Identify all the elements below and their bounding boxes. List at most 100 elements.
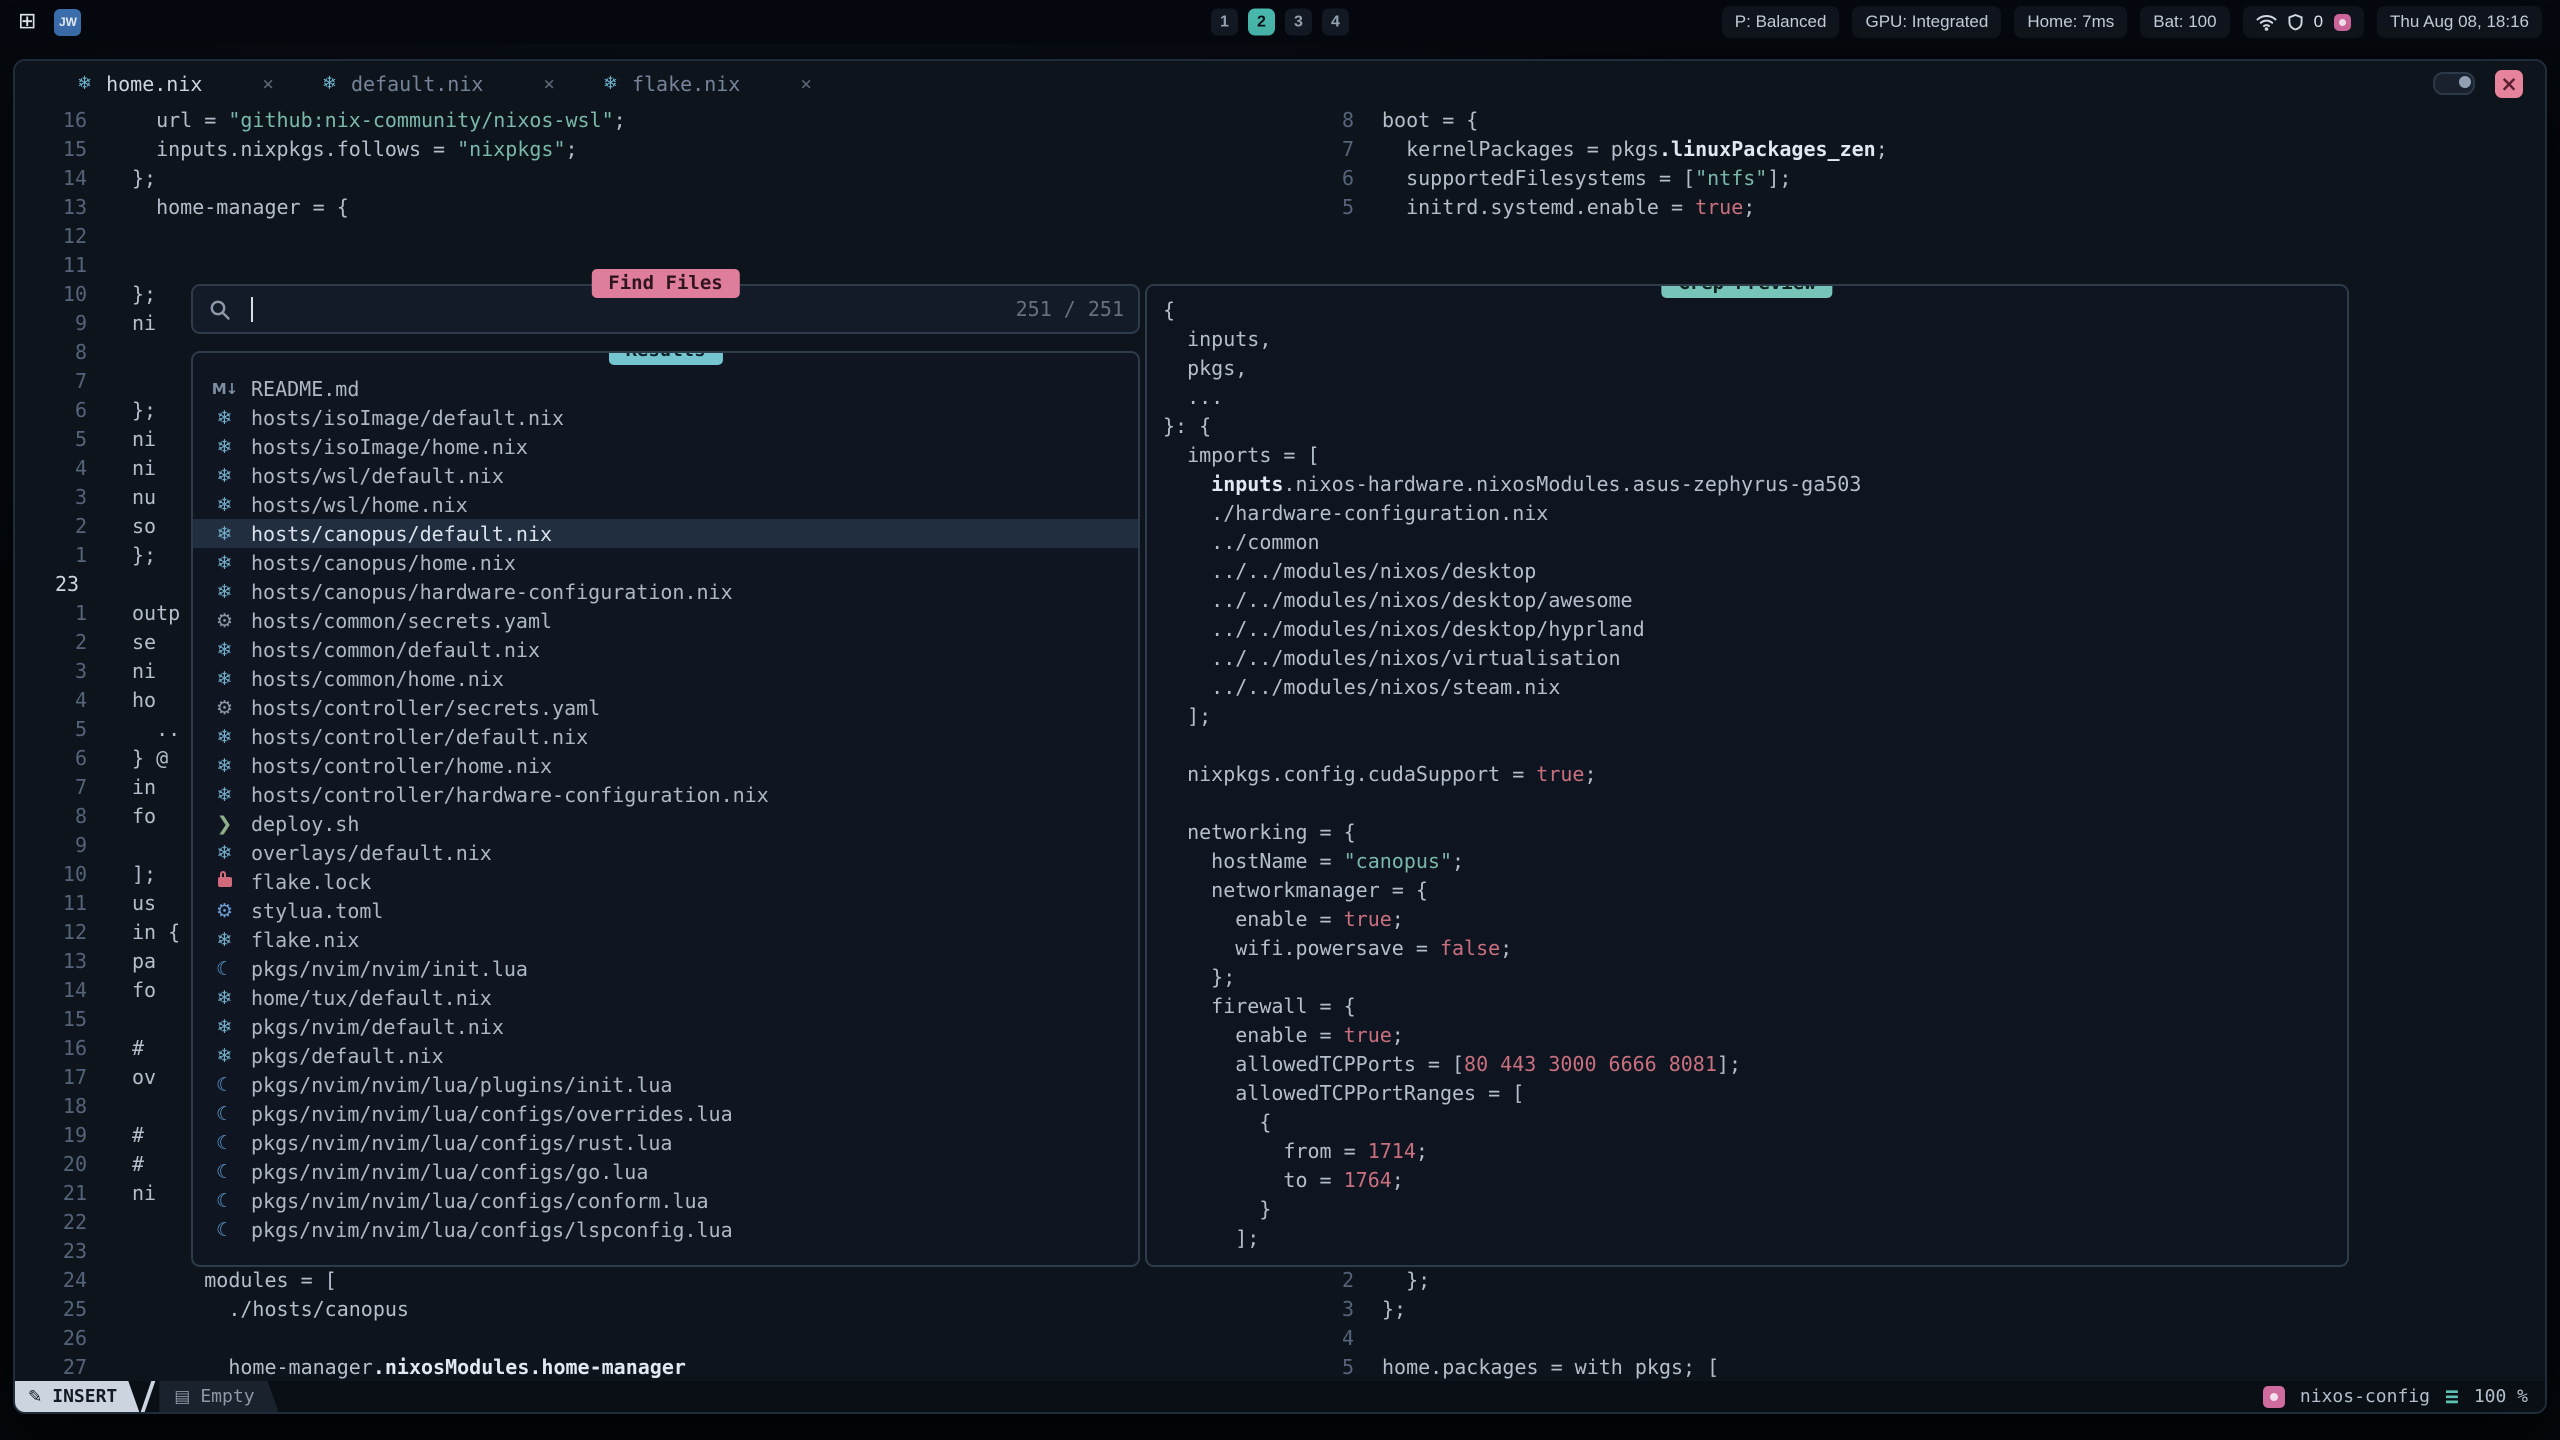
file-result[interactable]: ☾pkgs/nvim/nvim/lua/configs/conform.lua bbox=[193, 1186, 1138, 1215]
line-number: 19 bbox=[15, 1121, 87, 1150]
file-result[interactable]: ❄hosts/controller/home.nix bbox=[193, 751, 1138, 780]
workspace-1[interactable]: 1 bbox=[1211, 9, 1238, 36]
file-result[interactable]: ⚙hosts/controller/secrets.yaml bbox=[193, 693, 1138, 722]
file-result[interactable]: ❄hosts/canopus/hardware-configuration.ni… bbox=[193, 577, 1138, 606]
file-result[interactable]: ❄hosts/isoImage/home.nix bbox=[193, 432, 1138, 461]
lua-icon: ☾ bbox=[211, 1103, 238, 1125]
module-power-profile[interactable]: P: Balanced bbox=[1722, 6, 1840, 38]
code-line: 8boot = { bbox=[15, 106, 2545, 135]
preview-line: wifi.powersave = false; bbox=[1147, 934, 2347, 963]
nix-icon: ❄ bbox=[211, 784, 238, 806]
file-result[interactable]: ❄hosts/common/home.nix bbox=[193, 664, 1138, 693]
tab-close-icon[interactable]: × bbox=[800, 73, 811, 95]
line-number: 15 bbox=[15, 1005, 87, 1034]
tab-home-nix[interactable]: ❄ home.nix × bbox=[53, 61, 298, 106]
apps-grid-icon[interactable]: ⊞ bbox=[18, 11, 36, 33]
file-name: pkgs/nvim/nvim/lua/configs/rust.lua bbox=[251, 1131, 672, 1155]
file-result[interactable]: ❄hosts/canopus/default.nix bbox=[193, 519, 1138, 548]
file-result[interactable]: ☾ pkgs/nvim/nvim/lua/configs/overrides.lu… bbox=[193, 1099, 1138, 1128]
screencast-icon[interactable] bbox=[2334, 14, 2351, 31]
preview-line: nixpkgs.config.cudaSupport = true; bbox=[1147, 760, 2347, 789]
file-result[interactable]: M↓README.md bbox=[193, 374, 1138, 403]
workspace-3[interactable]: 3 bbox=[1285, 9, 1312, 36]
file-result[interactable]: ⚙stylua.toml bbox=[193, 896, 1138, 925]
file-result[interactable]: ❄pkgs/default.nix bbox=[193, 1041, 1138, 1070]
code-line: 3}; bbox=[15, 1295, 2545, 1324]
line-number: 22 bbox=[15, 1208, 87, 1237]
file-result[interactable]: ❄overlays/default.nix bbox=[193, 838, 1138, 867]
file-result[interactable]: ☾pkgs/nvim/nvim/lua/plugins/init.lua bbox=[193, 1070, 1138, 1099]
file-result[interactable]: ❄pkgs/nvim/default.nix bbox=[193, 1012, 1138, 1041]
nix-icon: ❄ bbox=[211, 581, 238, 603]
file-result[interactable]: ❄home/tux/default.nix bbox=[193, 983, 1138, 1012]
file-result[interactable]: ☾pkgs/nvim/nvim/lua/configs/lspconfig.lu… bbox=[193, 1215, 1138, 1244]
file-result[interactable]: ❄hosts/wsl/default.nix bbox=[193, 461, 1138, 490]
nix-icon: ❄ bbox=[211, 1016, 238, 1038]
module-battery[interactable]: Bat: 100 bbox=[2140, 6, 2229, 38]
line-number: 12 bbox=[15, 918, 87, 947]
notification-count[interactable]: 0 bbox=[2314, 12, 2323, 32]
preview-line: to = 1764; bbox=[1147, 1166, 2347, 1195]
tab-close-icon[interactable]: × bbox=[262, 73, 273, 95]
scroll-percent: 100 % bbox=[2474, 1386, 2528, 1407]
shield-icon[interactable] bbox=[2288, 13, 2303, 31]
toggle-switch[interactable] bbox=[2433, 72, 2475, 95]
find-files-popup[interactable]: Find Files 251 / 251 bbox=[191, 284, 1140, 334]
file-name: pkgs/nvim/nvim/lua/configs/lspconfig.lua bbox=[251, 1218, 733, 1242]
logo-badge[interactable]: JW bbox=[54, 9, 81, 36]
file-name: deploy.sh bbox=[251, 812, 359, 836]
nix-icon: ❄ bbox=[211, 929, 238, 951]
file-name: pkgs/nvim/nvim/lua/configs/overrides.lua bbox=[251, 1102, 733, 1126]
workspace-4[interactable]: 4 bbox=[1322, 9, 1349, 36]
file-result[interactable]: ❄hosts/isoImage/default.nix bbox=[193, 403, 1138, 432]
module-ping[interactable]: Home: 7ms bbox=[2014, 6, 2127, 38]
code-line: 5home.packages = with pkgs; [ bbox=[15, 1353, 2545, 1382]
preview-line: pkgs, bbox=[1147, 354, 2347, 383]
file-result[interactable]: ❄hosts/controller/hardware-configuration… bbox=[193, 780, 1138, 809]
file-result[interactable]: ❄hosts/wsl/home.nix bbox=[193, 490, 1138, 519]
file-name: flake.lock bbox=[251, 870, 371, 894]
file-name: hosts/isoImage/default.nix bbox=[251, 406, 564, 430]
nix-icon: ❄ bbox=[211, 726, 238, 748]
line-number: 6 bbox=[1282, 164, 1354, 193]
file-name: hosts/controller/default.nix bbox=[251, 725, 588, 749]
file-result[interactable]: ☾pkgs/nvim/nvim/init.lua bbox=[193, 954, 1138, 983]
file-result[interactable]: flake.lock bbox=[193, 867, 1138, 896]
system-tray[interactable]: 0 bbox=[2243, 6, 2364, 38]
file-result[interactable]: ❄hosts/canopus/home.nix bbox=[193, 548, 1138, 577]
tab-close-icon[interactable]: × bbox=[543, 73, 554, 95]
module-gpu[interactable]: GPU: Integrated bbox=[1852, 6, 2001, 38]
clock[interactable]: Thu Aug 08, 18:16 bbox=[2377, 6, 2542, 38]
line-number: 11 bbox=[15, 889, 87, 918]
line-number: 21 bbox=[15, 1179, 87, 1208]
file-result[interactable]: ⚙hosts/common/secrets.yaml bbox=[193, 606, 1138, 635]
results-list: M↓README.md❄hosts/isoImage/default.nix❄h… bbox=[193, 353, 1138, 1244]
line-number: 6 bbox=[15, 396, 87, 425]
file-result[interactable]: ❄hosts/common/default.nix bbox=[193, 635, 1138, 664]
line-number: 2 bbox=[15, 512, 87, 541]
tab-flake-nix[interactable]: ❄ flake.nix × bbox=[579, 61, 836, 106]
line-number: 10 bbox=[15, 860, 87, 889]
tab-default-nix[interactable]: ❄ default.nix × bbox=[298, 61, 579, 106]
file-result[interactable]: ☾pkgs/nvim/nvim/lua/configs/rust.lua bbox=[193, 1128, 1138, 1157]
preview-line: }: { bbox=[1147, 412, 2347, 441]
statusline-right: nixos-config ≡ 100 % bbox=[2263, 1384, 2545, 1410]
window-close-button[interactable]: × bbox=[2495, 70, 2523, 98]
preview-line: allowedTCPPortRanges = [ bbox=[1147, 1079, 2347, 1108]
topbar-right: P: Balanced GPU: Integrated Home: 7ms Ba… bbox=[1722, 6, 2542, 38]
wifi-icon[interactable] bbox=[2256, 14, 2277, 31]
file-name: pkgs/default.nix bbox=[251, 1044, 444, 1068]
preview-line: enable = true; bbox=[1147, 1021, 2347, 1050]
file-result[interactable]: ❯deploy.sh bbox=[193, 809, 1138, 838]
file-result[interactable]: ❄flake.nix bbox=[193, 925, 1138, 954]
nix-icon: ❄ bbox=[211, 755, 238, 777]
line-number: 6 bbox=[15, 744, 87, 773]
workspace-2[interactable]: 2 bbox=[1248, 9, 1275, 36]
file-result[interactable]: ☾pkgs/nvim/nvim/lua/configs/go.lua bbox=[193, 1157, 1138, 1186]
file-result[interactable]: ❄ hosts/controller/default.nix bbox=[193, 722, 1138, 751]
nix-icon: ❄ bbox=[211, 552, 238, 574]
line-number: 8 bbox=[15, 802, 87, 831]
preview-line: networking = { bbox=[1147, 818, 2347, 847]
preview-line: ./hardware-configuration.nix bbox=[1147, 499, 2347, 528]
file-name: README.md bbox=[251, 377, 359, 401]
